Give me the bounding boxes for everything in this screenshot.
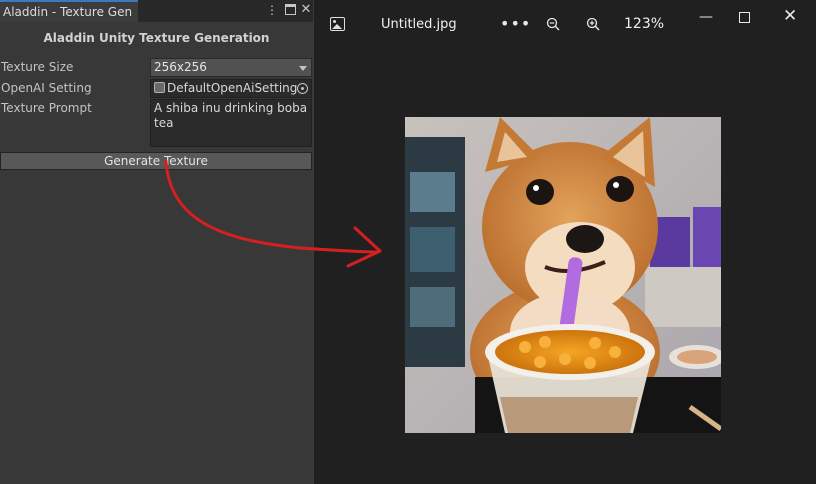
unity-window-tab[interactable]: Aladdin - Texture Gen — [0, 0, 138, 22]
minimize-icon[interactable]: — — [699, 9, 713, 25]
generated-texture-image — [405, 117, 721, 433]
object-picker-icon[interactable] — [297, 83, 308, 94]
maximize-icon[interactable] — [739, 12, 750, 23]
viewer-title-bar: Untitled.jpg ••• 123% — ✕ — [314, 0, 816, 50]
maximize-icon[interactable] — [283, 3, 297, 17]
generate-texture-button[interactable]: Generate Texture — [0, 152, 312, 170]
openai-setting-value: DefaultOpenAiSetting — [167, 81, 298, 95]
unity-tab-bar: Aladdin - Texture Gen ⋮ ✕ — [0, 0, 313, 22]
zoom-out-icon[interactable] — [546, 17, 560, 31]
scriptable-object-icon — [154, 82, 165, 93]
texture-prompt-input[interactable]: A shiba inu drinking boba tea — [150, 99, 312, 147]
photo-viewer-window: Untitled.jpg ••• 123% — ✕ — [313, 0, 816, 484]
close-icon[interactable]: ✕ — [783, 6, 797, 26]
zoom-in-icon[interactable] — [586, 17, 600, 31]
gallery-icon[interactable] — [330, 17, 345, 31]
unity-editor-window: Aladdin - Texture Gen ⋮ ✕ Aladdin Unity … — [0, 0, 313, 484]
kebab-menu-icon[interactable]: ⋮ — [265, 3, 279, 17]
window-heading: Aladdin Unity Texture Generation — [43, 31, 270, 45]
zoom-level[interactable]: 123% — [624, 16, 664, 32]
texture-size-value: 256x256 — [154, 60, 207, 74]
dropdown-arrow-icon — [299, 66, 307, 71]
close-icon[interactable]: ✕ — [299, 3, 313, 17]
file-name: Untitled.jpg — [381, 17, 457, 32]
openai-setting-field[interactable]: DefaultOpenAiSetting — [150, 79, 312, 98]
texture-size-dropdown[interactable]: 256x256 — [150, 58, 312, 77]
texture-size-label: Texture Size — [1, 60, 74, 74]
texture-prompt-label: Texture Prompt — [1, 101, 92, 115]
more-options-button[interactable]: ••• — [500, 14, 531, 33]
openai-setting-label: OpenAI Setting — [1, 81, 92, 95]
